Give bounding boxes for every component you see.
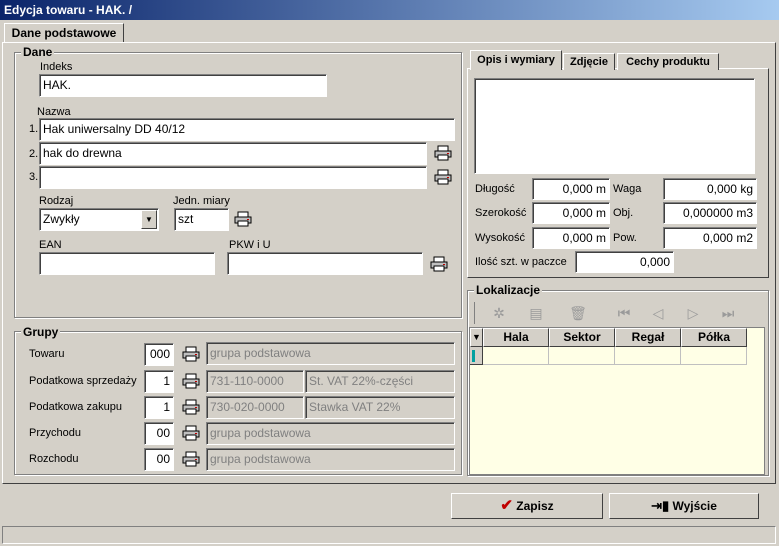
grid-row-indicator-icon: ▼ xyxy=(470,328,483,347)
checkmark-icon: ✔ xyxy=(500,497,513,514)
ean-input[interactable] xyxy=(39,252,215,275)
pkwiu-input[interactable] xyxy=(227,252,423,275)
grupa-podatkowa-sprzedazy-code[interactable]: 1 xyxy=(144,370,174,393)
grupa-przychodu-code[interactable]: 00 xyxy=(144,422,174,445)
grid-cell-divider xyxy=(680,347,681,365)
waga-input[interactable]: 0,000 kg xyxy=(663,178,757,200)
szerokosc-label: Szerokość xyxy=(475,207,527,219)
opis-textarea[interactable] xyxy=(474,78,755,174)
grid-col-regal[interactable]: Regał xyxy=(615,328,681,347)
tab-dane-podstawowe[interactable]: Dane podstawowe xyxy=(4,23,124,43)
grupa-towaru-name: grupa podstawowa xyxy=(206,342,455,365)
grid-col-sektor[interactable]: Sektor xyxy=(549,328,615,347)
exit-button-label: Wyjście xyxy=(672,499,717,513)
pow-input[interactable]: 0,000 m2 xyxy=(663,227,757,249)
nazwa-3-input[interactable] xyxy=(39,166,427,189)
grid-col-hala[interactable]: Hala xyxy=(483,328,549,347)
grupa-podatkowa-zakupu-stawka: Stawka VAT 22% xyxy=(305,396,455,419)
nazwa-3-number: 3. xyxy=(29,171,39,183)
grupa-podatkowa-sprzedazy-konto: 731-110-0000 xyxy=(206,370,304,393)
table-row[interactable] xyxy=(483,347,747,365)
grupa-przychodu-name: grupa podstawowa xyxy=(206,422,455,445)
grupa-towaru-label: Towaru xyxy=(29,348,65,360)
status-bar xyxy=(2,526,776,544)
pow-label: Pow. xyxy=(613,232,637,244)
indeks-input[interactable]: HAK. xyxy=(39,74,327,97)
next-icon[interactable]: ▷ xyxy=(683,303,703,323)
grupa-podatkowa-sprzedazy-label: Podatkowa sprzedaży xyxy=(29,375,137,387)
chevron-down-icon[interactable]: ▼ xyxy=(141,210,157,229)
grupa-podatkowa-zakupu-konto: 730-020-0000 xyxy=(206,396,304,419)
add-icon[interactable]: ✲ xyxy=(489,303,509,323)
obj-label: Obj. xyxy=(613,207,634,219)
printer-icon[interactable] xyxy=(182,373,200,389)
dane-legend: Dane xyxy=(21,45,55,59)
tab-cechy-produktu[interactable]: Cechy produktu xyxy=(617,53,719,70)
pkwiu-label: PKW i U xyxy=(229,239,271,251)
printer-icon[interactable] xyxy=(430,256,448,272)
lokalizacje-grid[interactable]: ▼ Hala Sektor Regał Półka xyxy=(469,327,765,475)
jedn-miary-input[interactable]: szt xyxy=(174,208,229,231)
printer-icon[interactable] xyxy=(182,451,200,467)
prev-icon[interactable]: ◁ xyxy=(648,303,668,323)
printer-icon[interactable] xyxy=(182,399,200,415)
grupa-podatkowa-zakupu-label: Podatkowa zakupu xyxy=(29,401,122,413)
edit-icon[interactable]: ▤ xyxy=(526,303,546,323)
exit-button[interactable]: ⇥▮ Wyjście xyxy=(609,493,759,519)
save-button[interactable]: ✔ Zapisz xyxy=(451,493,603,519)
waga-label: Waga xyxy=(613,183,642,195)
grid-cell-divider xyxy=(614,347,615,365)
dlugosc-input[interactable]: 0,000 m xyxy=(532,178,610,200)
ilosc-input[interactable]: 0,000 xyxy=(575,251,674,273)
exit-door-icon: ⇥▮ xyxy=(651,498,670,513)
grupa-rozchodu-name: grupa podstawowa xyxy=(206,448,455,471)
grupa-rozchodu-code[interactable]: 00 xyxy=(144,448,174,471)
grupy-legend: Grupy xyxy=(21,325,61,339)
tab-zdjecie[interactable]: Zdjęcie xyxy=(563,53,615,70)
jedn-miary-label: Jedn. miary xyxy=(173,195,230,207)
grupa-towaru-code[interactable]: 000 xyxy=(144,343,174,366)
szerokosc-input[interactable]: 0,000 m xyxy=(532,202,610,224)
lokalizacje-legend: Lokalizacje xyxy=(474,283,543,297)
wysokosc-input[interactable]: 0,000 m xyxy=(532,227,610,249)
nazwa-1-number: 1. xyxy=(29,123,39,135)
ean-label: EAN xyxy=(39,239,62,251)
current-row-marker-icon xyxy=(472,350,475,362)
dlugosc-label: Długość xyxy=(475,183,515,195)
grupa-podatkowa-sprzedazy-stawka: St. VAT 22%-części xyxy=(305,370,455,393)
indeks-label: Indeks xyxy=(40,61,73,73)
wysokosc-label: Wysokość xyxy=(475,232,526,244)
first-icon[interactable]: ⏮ xyxy=(614,303,634,323)
obj-input[interactable]: 0,000000 m3 xyxy=(663,202,757,224)
window-title: Edycja towaru - HAK. / xyxy=(0,0,779,20)
printer-icon[interactable] xyxy=(182,425,200,441)
tab-opis-i-wymiary[interactable]: Opis i wymiary xyxy=(470,50,562,70)
last-icon[interactable]: ⏭ xyxy=(718,303,738,323)
grid-cell-divider xyxy=(746,347,747,365)
nazwa-1-input[interactable]: Hak uniwersalny DD 40/12 xyxy=(39,118,455,141)
printer-icon[interactable] xyxy=(234,211,252,227)
grupa-rozchodu-label: Rozchodu xyxy=(29,453,79,465)
rodzaj-value: Zwykły xyxy=(43,212,80,226)
rodzaj-label: Rodzaj xyxy=(39,195,74,207)
ilosc-label: Ilość szt. w paczce xyxy=(475,256,567,268)
grid-col-polka[interactable]: Półka xyxy=(681,328,747,347)
nazwa-2-number: 2. xyxy=(29,148,39,160)
grid-row-selector[interactable] xyxy=(470,347,483,365)
save-button-label: Zapisz xyxy=(516,499,554,513)
nazwa-2-input[interactable]: hak do drewna xyxy=(39,142,427,165)
delete-icon[interactable]: 🗑 xyxy=(568,303,588,323)
grid-cell-divider xyxy=(548,347,549,365)
printer-icon[interactable] xyxy=(182,346,200,362)
printer-icon[interactable] xyxy=(434,145,452,161)
grupa-przychodu-label: Przychodu xyxy=(29,427,81,439)
lokalizacje-toolbar: ✲ ▤ 🗑 ⏮ ◁ ▷ ⏭ xyxy=(474,302,766,324)
grupa-podatkowa-zakupu-code[interactable]: 1 xyxy=(144,396,174,419)
printer-icon[interactable] xyxy=(434,169,452,185)
